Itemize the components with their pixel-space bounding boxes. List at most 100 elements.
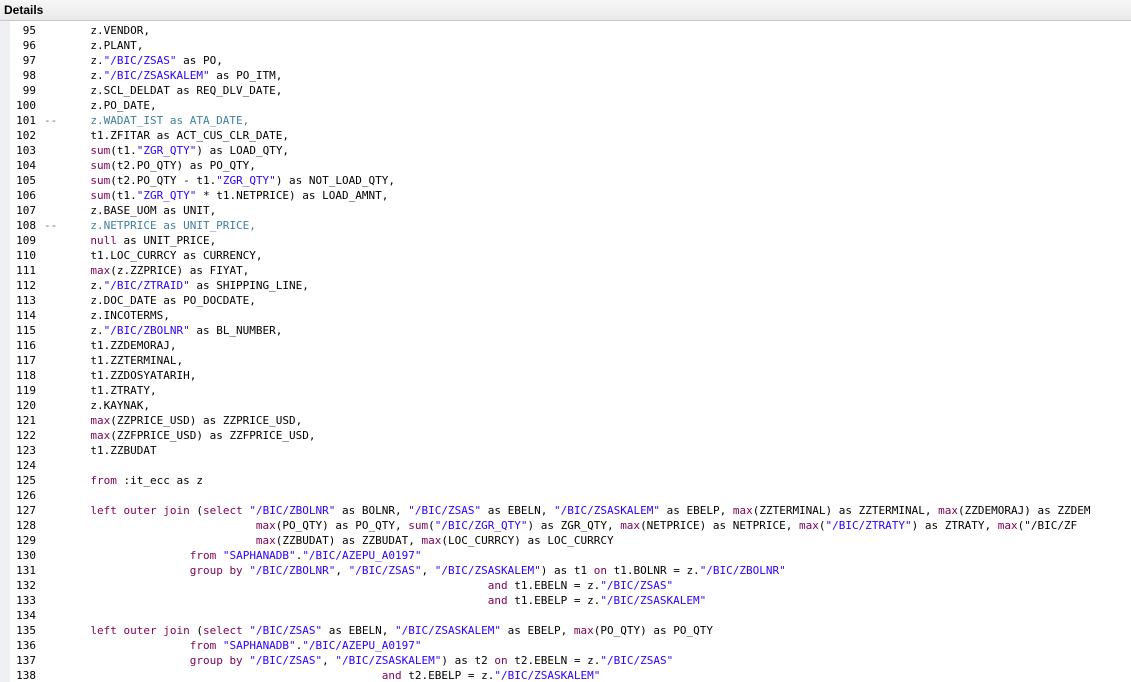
code-text: sum(t1."ZGR_QTY") as LOAD_QTY, <box>90 144 290 157</box>
line-number: 123 <box>16 444 36 457</box>
code-line: 133 and t1.EBELP = z."/BIC/ZSASKALEM" <box>0 593 1131 608</box>
line-number: 106 <box>16 189 36 202</box>
code-text: z.DOC_DATE as PO_DOCDATE, <box>44 294 256 307</box>
code-text: left outer join (select "/BIC/ZSAS" as E… <box>90 624 713 637</box>
line-number: 121 <box>16 414 36 427</box>
code-line: 108 -- z.NETPRICE as UNIT_PRICE, <box>0 218 1131 233</box>
code-text: t1.ZTRATY, <box>44 384 157 397</box>
code-text: group by "/BIC/ZSAS", "/BIC/ZSASKALEM") … <box>189 654 674 667</box>
code-text: max(z.ZZPRICE) as FIYAT, <box>90 264 250 277</box>
line-number: 135 <box>16 624 36 637</box>
code-line: 136 from "SAPHANADB"."/BIC/AZEPU_A0197" <box>0 638 1131 653</box>
code-line: 137 group by "/BIC/ZSAS", "/BIC/ZSASKALE… <box>0 653 1131 668</box>
code-line: 102 t1.ZFITAR as ACT_CUS_CLR_DATE, <box>0 128 1131 143</box>
code-line: 116 t1.ZZDEMORAJ, <box>0 338 1131 353</box>
line-number: 99 <box>22 84 36 97</box>
line-number: 95 <box>22 24 36 37</box>
line-number: 101 <box>16 114 36 127</box>
code-text: from "SAPHANADB"."/BIC/AZEPU_A0197" <box>189 639 422 652</box>
code-text: z.VENDOR, <box>44 24 150 37</box>
line-number: 114 <box>16 309 36 322</box>
code-line: 138 and t2.EBELP = z."/BIC/ZSASKALEM" <box>0 668 1131 682</box>
line-number: 103 <box>16 144 36 157</box>
code-line: 95 z.VENDOR, <box>0 23 1131 38</box>
code-line: 106 sum(t1."ZGR_QTY" * t1.NETPRICE) as L… <box>0 188 1131 203</box>
code-line: 131 group by "/BIC/ZBOLNR", "/BIC/ZSAS",… <box>0 563 1131 578</box>
code-line: 107 z.BASE_UOM as UNIT, <box>0 203 1131 218</box>
line-number: 130 <box>16 549 36 562</box>
code-line: 126 <box>0 488 1131 503</box>
code-text: and t1.EBELP = z."/BIC/ZSASKALEM" <box>487 594 707 607</box>
line-number: 116 <box>16 339 36 352</box>
code-lines: 95 z.VENDOR, 96 z.PLANT, 97 z."/BIC/ZSAS" … <box>0 23 1131 682</box>
line-number: 134 <box>16 609 36 622</box>
code-line: 105 sum(t2.PO_QTY - t1."ZGR_QTY") as NOT… <box>0 173 1131 188</box>
line-number: 113 <box>16 294 36 307</box>
code-text: sum(t2.PO_QTY - t1."ZGR_QTY") as NOT_LOA… <box>90 174 396 187</box>
line-number: 119 <box>16 384 36 397</box>
code-text: group by "/BIC/ZBOLNR", "/BIC/ZSAS", "/B… <box>189 564 786 577</box>
code-line: 121 max(ZZPRICE_USD) as ZZPRICE_USD, <box>0 413 1131 428</box>
details-panel-title: Details <box>4 3 44 17</box>
code-text: max(ZZPRICE_USD) as ZZPRICE_USD, <box>90 414 303 427</box>
line-number: 108 <box>16 219 36 232</box>
line-number: 133 <box>16 594 36 607</box>
line-number: 105 <box>16 174 36 187</box>
line-number: 128 <box>16 519 36 532</box>
code-line: 128 max(PO_QTY) as PO_QTY, sum("/BIC/ZGR… <box>0 518 1131 533</box>
line-number: 122 <box>16 429 36 442</box>
code-text: max(PO_QTY) as PO_QTY, sum("/BIC/ZGR_QTY… <box>255 519 1078 532</box>
code-line: 118 t1.ZZDOSYATARIH, <box>0 368 1131 383</box>
line-number: 97 <box>22 54 36 67</box>
code-text: t1.ZZDOSYATARIH, <box>44 369 197 382</box>
details-panel-header: Details <box>0 0 1131 21</box>
code-text: t1.ZZBUDAT <box>44 444 157 457</box>
code-text: z.PLANT, <box>44 39 144 52</box>
code-line: 113 z.DOC_DATE as PO_DOCDATE, <box>0 293 1131 308</box>
code-line: 134 <box>0 608 1131 623</box>
code-line: 96 z.PLANT, <box>0 38 1131 53</box>
code-text: t1.LOC_CURRCY as CURRENCY, <box>44 249 263 262</box>
code-line: 123 t1.ZZBUDAT <box>0 443 1131 458</box>
code-text: and t1.EBELN = z."/BIC/ZSAS" <box>487 579 674 592</box>
code-line: 125 from :it_ecc as z <box>0 473 1131 488</box>
code-line: 98 z."/BIC/ZSASKALEM" as PO_ITM, <box>0 68 1131 83</box>
code-line: 99 z.SCL_DELDAT as REQ_DLV_DATE, <box>0 83 1131 98</box>
code-line: 100 z.PO_DATE, <box>0 98 1131 113</box>
code-line: 112 z."/BIC/ZTRAID" as SHIPPING_LINE, <box>0 278 1131 293</box>
line-number: 129 <box>16 534 36 547</box>
code-line: 120 z.KAYNAK, <box>0 398 1131 413</box>
code-text: null as UNIT_PRICE, <box>90 234 217 247</box>
code-line: 115 z."/BIC/ZBOLNR" as BL_NUMBER, <box>0 323 1131 338</box>
code-line: 130 from "SAPHANADB"."/BIC/AZEPU_A0197" <box>0 548 1131 563</box>
sql-code-editor[interactable]: 95 z.VENDOR, 96 z.PLANT, 97 z."/BIC/ZSAS" … <box>0 21 1131 682</box>
code-text: z."/BIC/ZBOLNR" as BL_NUMBER, <box>44 324 283 337</box>
code-line: 129 max(ZZBUDAT) as ZZBUDAT, max(LOC_CUR… <box>0 533 1131 548</box>
line-number: 137 <box>16 654 36 667</box>
line-number: 132 <box>16 579 36 592</box>
code-text: from "SAPHANADB"."/BIC/AZEPU_A0197" <box>189 549 422 562</box>
line-number: 118 <box>16 369 36 382</box>
line-number: 131 <box>16 564 36 577</box>
code-text: max(ZZBUDAT) as ZZBUDAT, max(LOC_CURRCY)… <box>255 534 614 547</box>
code-text: max(ZZFPRICE_USD) as ZZFPRICE_USD, <box>90 429 316 442</box>
code-line: 122 max(ZZFPRICE_USD) as ZZFPRICE_USD, <box>0 428 1131 443</box>
code-line: 127 left outer join (select "/BIC/ZBOLNR… <box>0 503 1131 518</box>
line-number: 124 <box>16 459 36 472</box>
line-number: 138 <box>16 669 36 682</box>
code-text: z."/BIC/ZSAS" as PO, <box>44 54 223 67</box>
line-number: 102 <box>16 129 36 142</box>
code-text: t1.ZFITAR as ACT_CUS_CLR_DATE, <box>44 129 290 142</box>
code-text: z."/BIC/ZTRAID" as SHIPPING_LINE, <box>44 279 309 292</box>
code-line: 104 sum(t2.PO_QTY) as PO_QTY, <box>0 158 1131 173</box>
line-number: 111 <box>16 264 36 277</box>
code-line: 117 t1.ZZTERMINAL, <box>0 353 1131 368</box>
code-line: 103 sum(t1."ZGR_QTY") as LOAD_QTY, <box>0 143 1131 158</box>
code-line: 119 t1.ZTRATY, <box>0 383 1131 398</box>
code-line: 124 <box>0 458 1131 473</box>
code-text: sum(t2.PO_QTY) as PO_QTY, <box>90 159 256 172</box>
code-line: 135 left outer join (select "/BIC/ZSAS" … <box>0 623 1131 638</box>
line-number: 96 <box>22 39 36 52</box>
line-number: 107 <box>16 204 36 217</box>
code-text: z.BASE_UOM as UNIT, <box>44 204 217 217</box>
